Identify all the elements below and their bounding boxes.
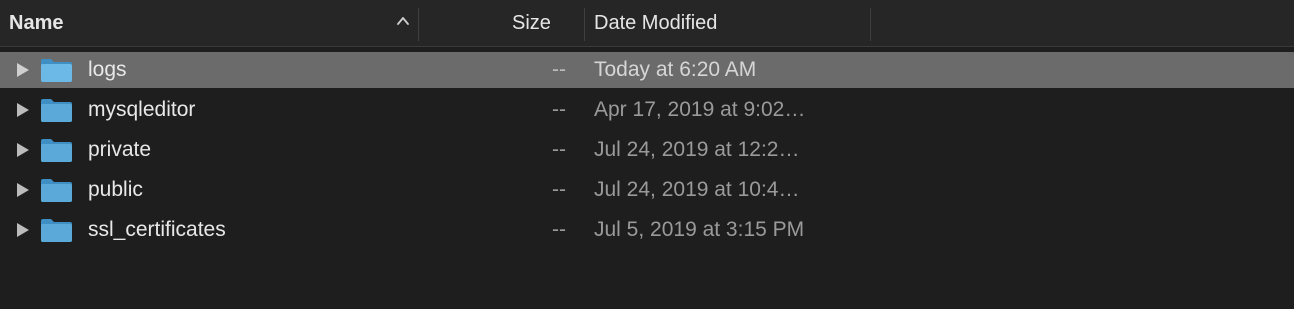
disclosure-triangle-icon[interactable]: [17, 183, 29, 197]
file-date-modified: Jul 24, 2019 at 12:2…: [594, 138, 800, 161]
column-divider[interactable]: [418, 8, 419, 41]
file-list: logs -- Today at 6:20 AM mysqleditor -- …: [0, 52, 1294, 252]
column-header-size[interactable]: Size: [512, 0, 551, 47]
finder-list-view: Name Size Date Modified logs -- Today at…: [0, 0, 1294, 309]
file-row[interactable]: private -- Jul 24, 2019 at 12:2…: [0, 132, 1294, 168]
file-name: mysqleditor: [88, 98, 196, 121]
file-size: --: [552, 138, 566, 161]
file-name: logs: [88, 58, 127, 81]
disclosure-triangle-icon[interactable]: [17, 63, 29, 77]
column-header-bar: Name Size Date Modified: [0, 0, 1294, 47]
column-divider[interactable]: [870, 8, 871, 41]
file-size: --: [552, 98, 566, 121]
file-row[interactable]: logs -- Today at 6:20 AM: [0, 52, 1294, 88]
column-header-date-modified[interactable]: Date Modified: [594, 0, 717, 47]
folder-icon: [41, 99, 72, 122]
file-date-modified: Today at 6:20 AM: [594, 58, 757, 81]
folder-icon: [41, 139, 72, 162]
disclosure-triangle-icon[interactable]: [17, 143, 29, 157]
file-date-modified: Jul 5, 2019 at 3:15 PM: [594, 218, 805, 241]
column-divider[interactable]: [584, 8, 585, 41]
disclosure-triangle-icon[interactable]: [17, 103, 29, 117]
file-name: private: [88, 138, 152, 161]
file-date-modified: Apr 17, 2019 at 9:02…: [594, 98, 806, 121]
file-name: public: [88, 178, 143, 201]
file-row[interactable]: public -- Jul 24, 2019 at 10:4…: [0, 172, 1294, 208]
file-row[interactable]: mysqleditor -- Apr 17, 2019 at 9:02…: [0, 92, 1294, 128]
folder-icon: [41, 219, 72, 242]
column-header-name[interactable]: Name: [9, 0, 63, 47]
folder-icon: [41, 179, 72, 202]
file-size: --: [552, 218, 566, 241]
file-name: ssl_certificates: [88, 218, 226, 241]
folder-icon: [41, 59, 72, 82]
file-size: --: [552, 58, 566, 81]
file-size: --: [552, 178, 566, 201]
disclosure-triangle-icon[interactable]: [17, 223, 29, 237]
file-row[interactable]: ssl_certificates -- Jul 5, 2019 at 3:15 …: [0, 212, 1294, 248]
chevron-up-icon[interactable]: [393, 13, 413, 33]
file-date-modified: Jul 24, 2019 at 10:4…: [594, 178, 800, 201]
